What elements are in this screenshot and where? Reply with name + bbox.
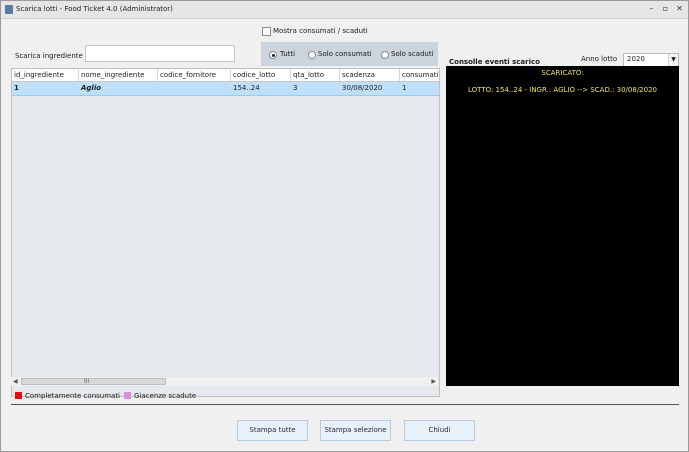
radio-expired[interactable]: [381, 51, 389, 59]
radio-expired-label[interactable]: Solo scaduti: [391, 50, 434, 58]
console-title: Consolle eventi scarico: [449, 58, 540, 66]
radio-consumed-label[interactable]: Solo consumati: [318, 50, 372, 58]
main-window: Scarica lotti - Food Ticket 4.0 (Adminis…: [0, 0, 689, 452]
console-line: LOTTO: 154..24 - INGR.: AGLIO --> SCAD.:…: [468, 86, 657, 94]
table-cell: 3: [293, 84, 298, 92]
table-header: id_ingrediente nome_ingrediente codice_f…: [12, 69, 439, 82]
radio-all[interactable]: [269, 51, 277, 59]
divider: [11, 404, 679, 405]
show-consumed-label: Mostra consumati / scaduti: [273, 27, 368, 35]
table-cell: 1: [14, 84, 19, 92]
column-header[interactable]: scadenza: [340, 69, 400, 81]
scroll-grip-icon: III: [84, 378, 90, 385]
table-cell: 30/08/2020: [342, 84, 383, 92]
column-header[interactable]: nome_ingrediente: [79, 69, 158, 81]
column-header[interactable]: id_ingrediente: [12, 69, 79, 81]
print-all-button[interactable]: Stampa tutte: [237, 420, 308, 441]
year-select-value: 2020: [627, 55, 645, 63]
legend-consumed-label: Completamente consumati: [25, 392, 121, 400]
app-icon: [5, 5, 13, 14]
scroll-thumb[interactable]: III: [21, 378, 166, 385]
window-content: Mostra consumati / scaduti Scarica ingre…: [1, 19, 688, 451]
table-cell: 154..24: [233, 84, 260, 92]
minimize-icon[interactable]: –: [647, 5, 656, 13]
year-select[interactable]: 2020 ▼: [623, 53, 679, 67]
year-label: Anno lotto: [581, 55, 618, 63]
filter-radio-group: Tutti Solo consumati Solo scaduti: [261, 42, 438, 66]
console-line: SCARICATO:: [541, 69, 584, 77]
title-bar: Scarica lotti - Food Ticket 4.0 (Adminis…: [1, 1, 688, 19]
window-title: Scarica lotti - Food Ticket 4.0 (Adminis…: [16, 5, 173, 13]
print-selection-button[interactable]: Stampa selezione: [320, 420, 391, 441]
chevron-down-icon[interactable]: ▼: [668, 54, 678, 66]
maximize-icon[interactable]: ▫: [661, 5, 670, 13]
legend-consumed-swatch: [15, 392, 22, 399]
column-header[interactable]: qta_lotto: [291, 69, 340, 81]
table-cell: 1: [402, 84, 407, 92]
show-consumed-checkbox[interactable]: [262, 27, 271, 36]
event-console: SCARICATO: LOTTO: 154..24 - INGR.: AGLIO…: [446, 66, 679, 386]
scroll-right-icon[interactable]: ▶: [431, 378, 436, 385]
radio-all-label[interactable]: Tutti: [280, 50, 295, 58]
table-horizontal-scrollbar[interactable]: ◀ III ▶: [11, 377, 438, 386]
table-cell: [158, 82, 231, 95]
column-header[interactable]: consumati: [400, 69, 439, 81]
lots-table: id_ingrediente nome_ingrediente codice_f…: [11, 68, 440, 397]
column-header[interactable]: codice_lotto: [231, 69, 291, 81]
legend-expired-label: Giacenze scadute: [134, 392, 197, 400]
search-ingredient-label: Scarica ingrediente: [15, 52, 83, 60]
table-cell: Aglio: [81, 84, 102, 92]
search-ingredient-input[interactable]: [85, 45, 235, 62]
close-button[interactable]: Chiudi: [404, 420, 475, 441]
table-row[interactable]: 1 Aglio 154..24 3 30/08/2020 1: [12, 82, 439, 96]
column-header[interactable]: codice_fornitore: [158, 69, 231, 81]
close-icon[interactable]: ✕: [675, 5, 684, 13]
scroll-left-icon[interactable]: ◀: [13, 378, 18, 385]
legend-expired-swatch: [124, 392, 131, 399]
radio-consumed[interactable]: [308, 51, 316, 59]
